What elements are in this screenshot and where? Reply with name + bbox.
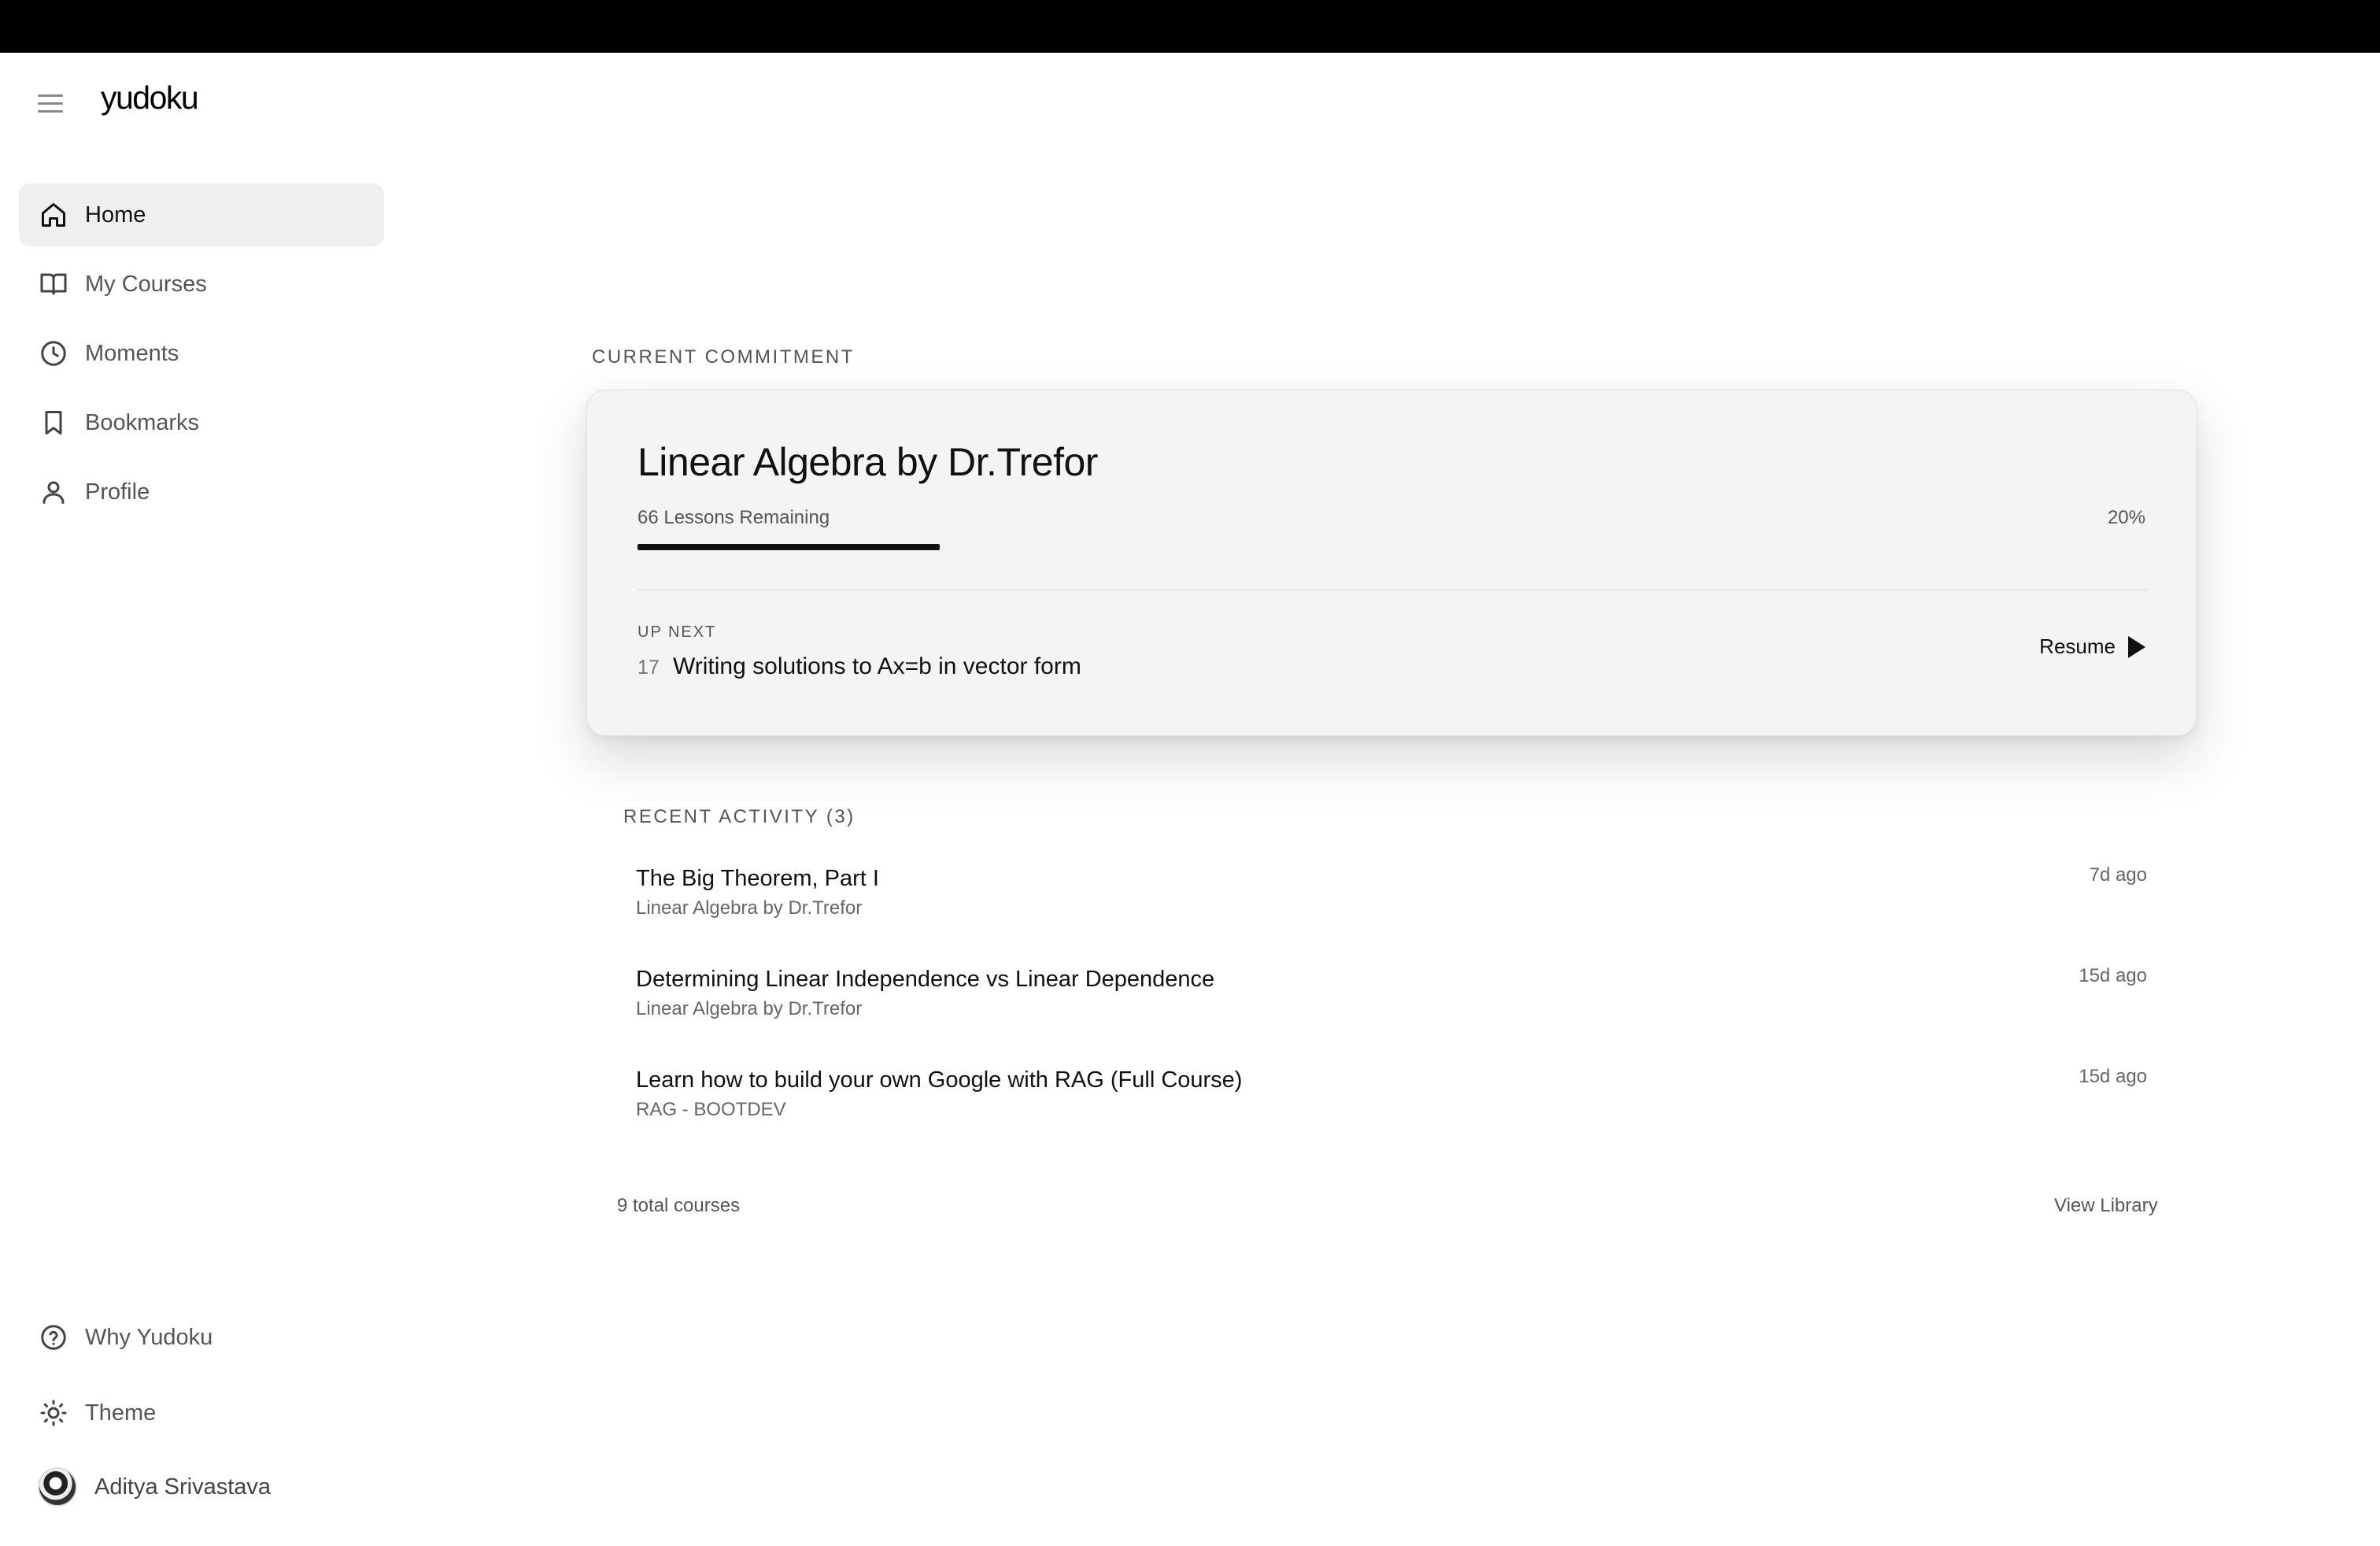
activity-time: 15d ago bbox=[2079, 1066, 2147, 1087]
resume-label: Resume bbox=[2039, 634, 2116, 658]
recent-activity-list: The Big Theorem, Part I Linear Algebra b… bbox=[623, 853, 2147, 1156]
user-profile-button[interactable]: Aditya Srivastava bbox=[19, 1455, 384, 1518]
activity-time: 7d ago bbox=[2089, 864, 2147, 886]
sun-icon bbox=[38, 1397, 69, 1429]
sidebar: yudoku Home My Courses Moments Bookmarks bbox=[0, 53, 409, 1546]
current-commitment-label: CURRENT COMMITMENT bbox=[592, 346, 855, 368]
activity-course: RAG - BOOTDEV bbox=[636, 1099, 786, 1120]
sidebar-item-label: Bookmarks bbox=[85, 409, 200, 435]
activity-title: The Big Theorem, Part I bbox=[636, 866, 879, 891]
sidebar-item-label: Moments bbox=[85, 340, 179, 366]
list-item[interactable]: Determining Linear Independence vs Linea… bbox=[623, 954, 2147, 1055]
sidebar-item-bookmarks[interactable]: Bookmarks bbox=[19, 391, 384, 454]
sidebar-bottom: Why Yudoku Theme Aditya Srivastava bbox=[19, 1304, 384, 1518]
sidebar-item-my-courses[interactable]: My Courses bbox=[19, 253, 384, 316]
sidebar-item-theme[interactable]: Theme bbox=[19, 1380, 384, 1446]
sidebar-item-profile[interactable]: Profile bbox=[19, 460, 384, 523]
sidebar-item-label: Home bbox=[85, 202, 146, 227]
view-library-link[interactable]: View Library bbox=[2054, 1195, 2158, 1217]
list-item[interactable]: Learn how to build your own Google with … bbox=[623, 1055, 2147, 1156]
book-icon bbox=[38, 268, 69, 300]
current-commitment-card: Linear Algebra by Dr.Trefor 66 Lessons R… bbox=[586, 390, 2197, 736]
activity-title: Learn how to build your own Google with … bbox=[636, 1067, 1243, 1093]
hamburger-menu-icon[interactable] bbox=[35, 87, 66, 119]
up-next-lesson-title[interactable]: Writing solutions to Ax=b in vector form bbox=[673, 653, 1081, 680]
sidebar-item-home[interactable]: Home bbox=[19, 183, 384, 246]
course-title[interactable]: Linear Algebra by Dr.Trefor bbox=[638, 439, 1098, 485]
sidebar-nav: Home My Courses Moments Bookmarks Profil… bbox=[19, 183, 384, 530]
sidebar-item-label: Profile bbox=[85, 479, 150, 505]
sidebar-item-label: My Courses bbox=[85, 271, 207, 297]
user-icon bbox=[38, 476, 69, 508]
sidebar-item-moments[interactable]: Moments bbox=[19, 322, 384, 385]
bookmark-icon bbox=[38, 407, 69, 438]
resume-button[interactable]: Resume bbox=[2039, 634, 2145, 659]
up-next-lesson-number: 17 bbox=[638, 656, 660, 679]
app-logo[interactable]: yudoku bbox=[101, 80, 199, 117]
lessons-remaining: 66 Lessons Remaining bbox=[638, 507, 830, 528]
home-icon bbox=[38, 199, 69, 231]
top-black-bar bbox=[0, 0, 2380, 53]
sidebar-item-why-yudoku[interactable]: Why Yudoku bbox=[19, 1304, 384, 1370]
activity-time: 15d ago bbox=[2079, 965, 2147, 986]
sidebar-item-label: Why Yudoku bbox=[85, 1324, 213, 1350]
progress-bar bbox=[638, 544, 2147, 550]
card-divider bbox=[638, 589, 2147, 590]
progress-bar-fill bbox=[638, 544, 940, 550]
activity-course: Linear Algebra by Dr.Trefor bbox=[636, 897, 863, 919]
up-next-label: UP NEXT bbox=[638, 623, 717, 641]
activity-course: Linear Algebra by Dr.Trefor bbox=[636, 998, 863, 1019]
sidebar-item-label: Theme bbox=[85, 1400, 157, 1426]
total-courses-count: 9 total courses bbox=[617, 1195, 741, 1216]
play-icon bbox=[2128, 635, 2145, 658]
recent-activity-label: RECENT ACTIVITY (3) bbox=[623, 806, 856, 827]
user-name: Aditya Srivastava bbox=[94, 1474, 272, 1500]
avatar bbox=[38, 1467, 77, 1507]
help-circle-icon bbox=[38, 1322, 69, 1353]
clock-icon bbox=[38, 338, 69, 369]
progress-percent: 20% bbox=[2107, 507, 2145, 528]
activity-title: Determining Linear Independence vs Linea… bbox=[636, 967, 1215, 992]
list-item[interactable]: The Big Theorem, Part I Linear Algebra b… bbox=[623, 853, 2147, 954]
